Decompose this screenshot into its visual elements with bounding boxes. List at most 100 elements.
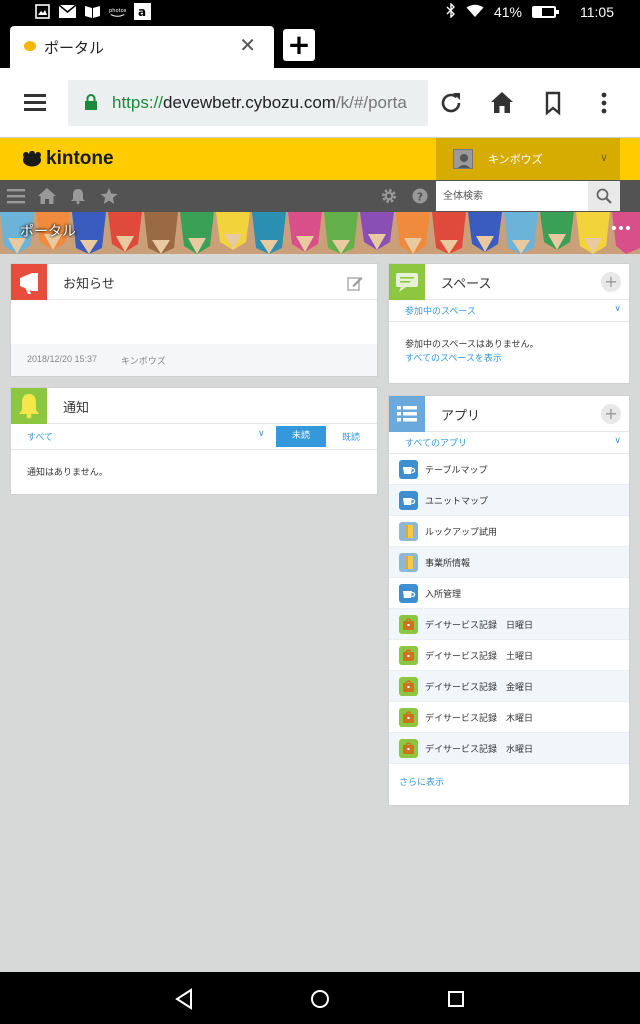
- kintone-logo-text: kintone: [46, 148, 114, 169]
- chevron-down-icon[interactable]: ∨: [258, 429, 265, 439]
- app-name: デイサービス記録 土曜日: [425, 652, 534, 662]
- notice-body: [11, 300, 377, 344]
- new-tab-button[interactable]: +: [283, 29, 315, 61]
- notifications-panel: 通知 すべて ∨ 未読 既読 通知はありません。: [10, 387, 378, 495]
- tab-unread[interactable]: 未読: [276, 426, 326, 447]
- avatar: [453, 149, 473, 169]
- url-scheme: https://: [112, 93, 164, 112]
- tab-read[interactable]: 既読: [342, 430, 360, 443]
- overflow-menu-icon[interactable]: [591, 90, 617, 116]
- portal-banner: ポータル: [0, 212, 640, 254]
- hamburger-menu-icon[interactable]: [24, 94, 46, 115]
- battery-percent: 41%: [493, 4, 522, 20]
- app-name: 事業所情報: [425, 559, 471, 569]
- gear-icon[interactable]: [380, 188, 398, 204]
- search-button[interactable]: [588, 181, 620, 211]
- notice-header: お知らせ: [11, 264, 377, 300]
- spaces-body: 参加中のスペースはありません。 すべてのスペースを表示: [389, 322, 629, 382]
- app-name: テーブルマップ: [425, 466, 488, 476]
- close-tab-icon[interactable]: ✕: [239, 35, 256, 55]
- more-apps-link[interactable]: さらに表示: [399, 775, 444, 788]
- notice-title: お知らせ: [63, 277, 115, 292]
- app-name: デイサービス記録 水曜日: [425, 745, 534, 755]
- spaces-filter-select[interactable]: 参加中のスペース: [405, 304, 476, 317]
- apps-header: アプリ +: [389, 396, 629, 432]
- notice-panel: お知らせ 2018/12/20 15:37 キンボウズ: [10, 263, 378, 377]
- notifications-filter-select[interactable]: すべて: [27, 430, 53, 443]
- book-icon: [84, 3, 101, 20]
- apps-panel: アプリ + すべてのアプリ ∨ テーブルマップ ユニットマップ ルックアップ試用…: [388, 395, 630, 806]
- portal-title: ポータル: [20, 224, 76, 240]
- app-list-item[interactable]: 事業所情報: [389, 547, 629, 578]
- browser-tab-strip: ポータル ✕ +: [0, 24, 640, 68]
- search-icon: [596, 188, 612, 204]
- notice-author[interactable]: キンボウズ: [121, 354, 166, 367]
- back-icon[interactable]: [173, 988, 195, 1010]
- battery-icon: [532, 6, 559, 18]
- url-host: devewbetr.cybozu.com: [163, 93, 336, 112]
- door-icon: [399, 553, 418, 572]
- battery-level: [534, 8, 543, 16]
- app-list-item[interactable]: デイサービス記録 水曜日: [389, 733, 629, 764]
- bluetooth-icon: [446, 2, 456, 21]
- clock: 11:05: [580, 4, 614, 20]
- show-all-spaces-link[interactable]: すべてのスペースを表示: [405, 351, 502, 364]
- add-app-button[interactable]: +: [601, 404, 621, 424]
- recents-icon[interactable]: [445, 988, 467, 1010]
- user-menu[interactable]: キンボウズ ∨: [436, 138, 620, 180]
- chevron-down-icon[interactable]: ∨: [614, 304, 621, 314]
- notice-date: 2018/12/20 15:37: [27, 354, 98, 364]
- menu-icon[interactable]: [7, 188, 25, 204]
- app-name: デイサービス記録 日曜日: [425, 621, 534, 631]
- bell-icon: [11, 388, 47, 424]
- app-list-item[interactable]: デイサービス記録 土曜日: [389, 640, 629, 671]
- apps-filter-select[interactable]: すべてのアプリ: [405, 436, 467, 449]
- tab-title: ポータル: [44, 39, 105, 57]
- reload-icon[interactable]: [438, 90, 464, 116]
- cup-icon: [399, 584, 418, 603]
- browser-tab[interactable]: ポータル ✕: [10, 26, 274, 68]
- spaces-filter-row[interactable]: 参加中のスペース ∨: [389, 300, 629, 322]
- app-list-item[interactable]: ルックアップ試用: [389, 516, 629, 547]
- home-button-icon[interactable]: [309, 988, 331, 1010]
- app-name: 入所管理: [425, 590, 462, 600]
- system-indicators: 41% 11:05: [446, 2, 614, 21]
- photos-icon: photos: [109, 3, 126, 20]
- add-space-button[interactable]: +: [601, 272, 621, 292]
- portal-more-icon[interactable]: [612, 226, 630, 230]
- app-list-item[interactable]: テーブルマップ: [389, 454, 629, 485]
- chevron-down-icon[interactable]: ∨: [614, 436, 621, 446]
- wifi-icon: [466, 4, 484, 21]
- chat-bubble-icon: [389, 264, 425, 300]
- bookmark-icon[interactable]: [540, 90, 566, 116]
- notifications-filter-row: すべて ∨ 未読 既読: [11, 424, 377, 450]
- bag-icon: [399, 739, 418, 758]
- spaces-empty-message: 参加中のスペースはありません。: [405, 340, 539, 350]
- app-list-item[interactable]: デイサービス記録 木曜日: [389, 702, 629, 733]
- svg-text:?: ?: [417, 191, 423, 204]
- svg-text:photos: photos: [109, 8, 126, 14]
- help-icon[interactable]: ?: [411, 188, 429, 204]
- app-list-item[interactable]: デイサービス記録 金曜日: [389, 671, 629, 702]
- edit-icon[interactable]: [347, 275, 363, 291]
- lock-icon: [85, 94, 97, 110]
- home-icon[interactable]: [38, 188, 56, 204]
- star-icon[interactable]: [100, 188, 118, 204]
- address-bar[interactable]: https://devewbetr.cybozu.com/k/#/porta: [68, 80, 428, 126]
- apps-footer: さらに表示: [389, 764, 629, 796]
- url-text: https://devewbetr.cybozu.com/k/#/porta: [112, 93, 407, 113]
- app-list-item[interactable]: デイサービス記録 日曜日: [389, 609, 629, 640]
- list-icon: [389, 396, 425, 432]
- spaces-panel: スペース + 参加中のスペース ∨ 参加中のスペースはありません。 すべてのスペ…: [388, 263, 630, 384]
- browser-toolbar: https://devewbetr.cybozu.com/k/#/porta: [0, 68, 640, 138]
- kintone-logo[interactable]: kintone: [22, 148, 114, 170]
- home-icon[interactable]: [489, 90, 515, 116]
- apps-filter-row[interactable]: すべてのアプリ ∨: [389, 432, 629, 454]
- app-list-item[interactable]: 入所管理: [389, 578, 629, 609]
- global-search-input[interactable]: [436, 181, 588, 211]
- app-name: ルックアップ試用: [425, 528, 498, 538]
- app-name: デイサービス記録 木曜日: [425, 714, 534, 724]
- bell-icon[interactable]: [69, 188, 87, 204]
- app-list-item[interactable]: ユニットマップ: [389, 485, 629, 516]
- status-bar: photos a 41% 11:05: [0, 0, 640, 24]
